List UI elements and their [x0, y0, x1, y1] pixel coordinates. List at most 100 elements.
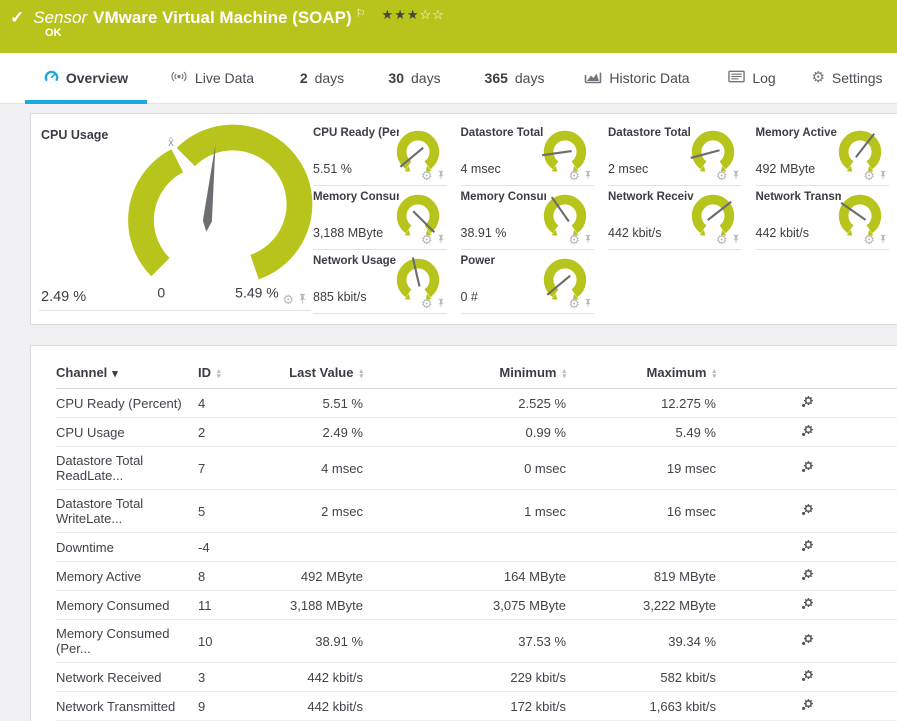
mini-gauge[interactable]: Power 0 # ⚙ — [460, 250, 594, 314]
pin-icon[interactable] — [732, 234, 740, 246]
mini-gauge[interactable]: Memory Consumed 3,188 MByte ⚙ — [313, 186, 447, 250]
gauge-value: 5.51 % — [313, 162, 352, 176]
channel-name-cell: CPU Ready (Percent) — [56, 388, 198, 418]
gear-icon[interactable]: ⚙ — [863, 169, 875, 182]
tab-2-days[interactable]: 2 days — [277, 53, 367, 103]
channel-settings-icon[interactable] — [801, 698, 814, 714]
table-row[interactable]: Downtime -4 — [56, 532, 897, 562]
sensor-title: VMware Virtual Machine (SOAP) — [93, 8, 352, 27]
channel-settings-icon[interactable] — [801, 424, 814, 440]
channel-settings-icon[interactable] — [801, 539, 814, 555]
gear-icon[interactable]: ⚙ — [421, 169, 433, 182]
mini-gauge[interactable]: Network Transmitted 442 kbit/s ⚙ — [755, 186, 889, 250]
pin-icon[interactable] — [584, 298, 592, 310]
mini-gauge[interactable]: Memory Active 492 MByte ⚙ — [755, 122, 889, 186]
pin-icon[interactable] — [437, 170, 445, 182]
channel-settings-icon[interactable] — [801, 597, 814, 613]
tab-label: Settings — [831, 70, 883, 86]
last-value-cell: 2.49 % — [278, 417, 363, 447]
pin-icon[interactable] — [584, 170, 592, 182]
pin-icon[interactable] — [298, 293, 307, 306]
gear-icon[interactable]: ⚙ — [716, 169, 728, 182]
mini-gauge[interactable]: CPU Ready (Percent) 5.51 % ⚙ — [313, 122, 447, 186]
channel-table-panel: Channel ▾ ID ▴ ▾ Last Value ▴ ▾ Minimum ▴ ▾ Max… — [30, 345, 897, 721]
channel-settings-icon[interactable] — [801, 568, 814, 584]
last-value-cell: 442 kbit/s — [278, 662, 363, 692]
pin-icon[interactable] — [584, 234, 592, 246]
channel-name-cell: Datastore Total WriteLate... — [56, 489, 198, 533]
gear-icon[interactable]: ⚙ — [421, 297, 433, 310]
table-row[interactable]: CPU Usage 2 2.49 % 0.99 % 5.49 % — [56, 417, 897, 447]
gear-icon[interactable]: ⚙ — [568, 233, 580, 246]
gauge-icon — [44, 69, 59, 87]
gear-icon[interactable]: ⚙ — [568, 297, 580, 310]
tab-bar: Overview Live Data 2 days 30 days 365 da… — [0, 53, 897, 104]
tab-365-days[interactable]: 365 days — [462, 53, 567, 103]
channel-id-cell: 2 — [198, 417, 278, 447]
last-value-cell: 2 msec — [278, 489, 363, 533]
column-header-last-value[interactable]: Last Value ▴ ▾ — [278, 356, 363, 389]
gauge-dial — [543, 258, 587, 300]
tab-30-days[interactable]: 30 days — [367, 53, 462, 103]
table-row[interactable]: Memory Consumed (Per... 10 38.91 % 37.53… — [56, 619, 897, 663]
mini-gauge[interactable]: Memory Consumed (P... 38.91 % ⚙ — [460, 186, 594, 250]
table-row[interactable]: Datastore Total ReadLate... 7 4 msec 0 m… — [56, 446, 897, 490]
channel-name-cell: CPU Usage — [56, 417, 198, 447]
tab-live-data[interactable]: Live Data — [147, 53, 277, 103]
maximum-cell: 3,222 MByte — [566, 590, 716, 620]
pin-icon[interactable] — [732, 170, 740, 182]
star-filled-icon[interactable]: ★ — [382, 7, 395, 22]
star-rating[interactable]: ★★★☆☆ — [382, 8, 445, 22]
sensor-page: ✓ Sensor VMware Virtual Machine (SOAP) ⚐… — [0, 0, 897, 721]
flag-icon[interactable]: ⚐ — [356, 8, 366, 20]
gear-icon[interactable]: ⚙ — [568, 169, 580, 182]
pin-icon[interactable] — [437, 234, 445, 246]
tab-settings[interactable]: ⚙ Settings — [797, 53, 897, 103]
table-row[interactable]: Network Transmitted 9 442 kbit/s 172 kbi… — [56, 691, 897, 721]
tab-historic-data[interactable]: Historic Data — [567, 53, 707, 103]
tab-overview[interactable]: Overview — [25, 53, 147, 104]
channel-settings-icon[interactable] — [801, 669, 814, 685]
pin-icon[interactable] — [879, 170, 887, 182]
minimum-cell: 0 msec — [363, 446, 566, 490]
gauge-title: Network Received — [608, 191, 694, 203]
column-header-minimum[interactable]: Minimum ▴ ▾ — [363, 356, 566, 389]
table-row[interactable]: CPU Ready (Percent) 4 5.51 % 2.525 % 12.… — [56, 388, 897, 418]
mini-gauge[interactable]: Network Received 442 kbit/s ⚙ — [608, 186, 742, 250]
mini-gauge[interactable]: Datastore Total ReadLa... 4 msec ⚙ — [460, 122, 594, 186]
gear-icon[interactable]: ⚙ — [282, 293, 294, 306]
tab-label: Historic Data — [609, 70, 690, 86]
star-filled-icon[interactable]: ★ — [407, 7, 420, 22]
channel-settings-icon[interactable] — [801, 395, 814, 411]
column-header-maximum[interactable]: Maximum ▴ ▾ — [566, 356, 716, 389]
table-row[interactable]: Memory Active 8 492 MByte 164 MByte 819 … — [56, 561, 897, 591]
primary-channel-gauge[interactable]: CPU Usage x̄ 0 5.49 % 2.49 % ⚙ — [39, 122, 313, 311]
pin-icon[interactable] — [879, 234, 887, 246]
table-row[interactable]: Network Received 3 442 kbit/s 229 kbit/s… — [56, 662, 897, 692]
gear-icon[interactable]: ⚙ — [863, 233, 875, 246]
channel-settings-icon[interactable] — [801, 633, 814, 649]
column-header-id[interactable]: ID ▴ ▾ — [198, 356, 278, 389]
mini-gauge-grid: CPU Ready (Percent) 5.51 % ⚙ — [313, 122, 889, 324]
gear-icon[interactable]: ⚙ — [716, 233, 728, 246]
star-empty-icon[interactable]: ☆ — [420, 7, 433, 22]
table-row[interactable]: Memory Consumed 11 3,188 MByte 3,075 MBy… — [56, 590, 897, 620]
channel-settings-icon[interactable] — [801, 460, 814, 476]
pin-icon[interactable] — [437, 298, 445, 310]
gear-icon[interactable]: ⚙ — [421, 233, 433, 246]
gauge-title: Datastore Total WriteL... — [608, 127, 694, 139]
last-value-cell: 492 MByte — [278, 561, 363, 591]
gauge-value: 492 MByte — [755, 162, 816, 176]
column-header-channel[interactable]: Channel ▾ — [56, 356, 198, 389]
star-filled-icon[interactable]: ★ — [394, 7, 407, 22]
channel-name-cell: Datastore Total ReadLate... — [56, 446, 198, 490]
table-row[interactable]: Datastore Total WriteLate... 5 2 msec 1 … — [56, 489, 897, 533]
tab-number: 365 — [484, 70, 508, 86]
tab-log[interactable]: Log — [707, 53, 797, 103]
mini-gauge[interactable]: Network Usage 885 kbit/s ⚙ — [313, 250, 447, 314]
mini-gauge[interactable]: Datastore Total WriteL... 2 msec ⚙ — [608, 122, 742, 186]
tab-number: 2 — [299, 70, 308, 86]
gauge-dial — [396, 194, 439, 236]
star-empty-icon[interactable]: ☆ — [432, 7, 445, 22]
channel-settings-icon[interactable] — [801, 503, 814, 519]
